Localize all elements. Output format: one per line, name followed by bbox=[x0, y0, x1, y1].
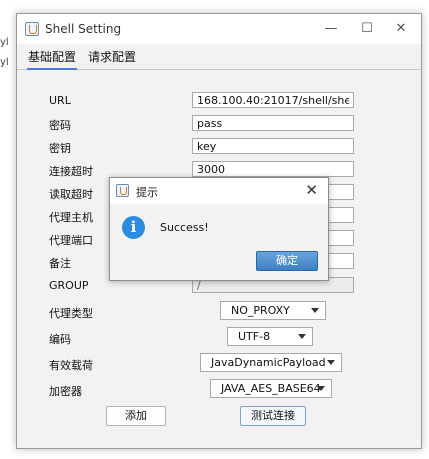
password-label: 密码 bbox=[49, 119, 71, 132]
encoding-select[interactable]: UTF-8 bbox=[227, 327, 313, 346]
chevron-down-icon bbox=[298, 334, 306, 339]
url-label: URL bbox=[49, 94, 71, 107]
payload-value: JavaDynamicPayload bbox=[211, 356, 326, 369]
cryption-value: JAVA_AES_BASE64 bbox=[221, 382, 321, 395]
add-button[interactable]: 添加 bbox=[106, 406, 166, 426]
key-field[interactable] bbox=[192, 138, 354, 154]
dialog-title-bar[interactable]: 提示 ✕ bbox=[110, 178, 328, 204]
background-text-fragment: yl bbox=[0, 37, 9, 48]
info-icon: i bbox=[122, 216, 145, 239]
chevron-down-icon bbox=[317, 386, 325, 391]
remark-label: 备注 bbox=[49, 257, 71, 270]
payload-select[interactable]: JavaDynamicPayload bbox=[200, 353, 342, 372]
background-text-fragment: yl bbox=[0, 57, 9, 68]
connect-timeout-field[interactable] bbox=[192, 161, 354, 177]
test-connection-button[interactable]: 测试连接 bbox=[240, 406, 306, 426]
message-dialog: 提示 ✕ i Success! 确定 bbox=[109, 177, 329, 281]
payload-label: 有效载荷 bbox=[49, 359, 93, 372]
tab-request-config[interactable]: 请求配置 bbox=[87, 48, 137, 65]
java-icon bbox=[116, 184, 129, 197]
ok-button[interactable]: 确定 bbox=[256, 251, 318, 271]
encoding-label: 编码 bbox=[49, 333, 71, 346]
read-timeout-label: 读取超时 bbox=[49, 188, 93, 201]
proxy-type-label: 代理类型 bbox=[49, 307, 93, 320]
close-button[interactable]: ✕ bbox=[385, 18, 417, 40]
dialog-title: 提示 bbox=[136, 186, 158, 199]
key-label: 密钥 bbox=[49, 142, 71, 155]
proxy-type-value: NO_PROXY bbox=[231, 304, 290, 317]
cryption-label: 加密器 bbox=[49, 385, 82, 398]
dialog-close-button[interactable]: ✕ bbox=[305, 181, 318, 199]
java-icon bbox=[25, 22, 39, 36]
proxy-type-select[interactable]: NO_PROXY bbox=[220, 301, 326, 320]
tab-bar: 基础配置 请求配置 bbox=[17, 44, 421, 70]
maximize-button[interactable]: ☐ bbox=[351, 18, 383, 40]
window-title: Shell Setting bbox=[45, 22, 122, 36]
encoding-value: UTF-8 bbox=[238, 330, 271, 343]
chevron-down-icon bbox=[311, 308, 319, 313]
cryption-select[interactable]: JAVA_AES_BASE64 bbox=[210, 379, 332, 398]
connect-timeout-label: 连接超时 bbox=[49, 165, 93, 178]
proxy-port-label: 代理端口 bbox=[49, 234, 93, 247]
url-field[interactable] bbox=[192, 92, 354, 108]
title-bar[interactable]: Shell Setting — ☐ ✕ bbox=[17, 14, 421, 44]
proxy-host-label: 代理主机 bbox=[49, 211, 93, 224]
tab-basic-config[interactable]: 基础配置 bbox=[27, 48, 78, 70]
chevron-down-icon bbox=[327, 360, 335, 365]
password-field[interactable] bbox=[192, 115, 354, 131]
minimize-button[interactable]: — bbox=[315, 18, 347, 40]
dialog-message: Success! bbox=[160, 221, 209, 234]
group-label: GROUP bbox=[49, 279, 89, 292]
